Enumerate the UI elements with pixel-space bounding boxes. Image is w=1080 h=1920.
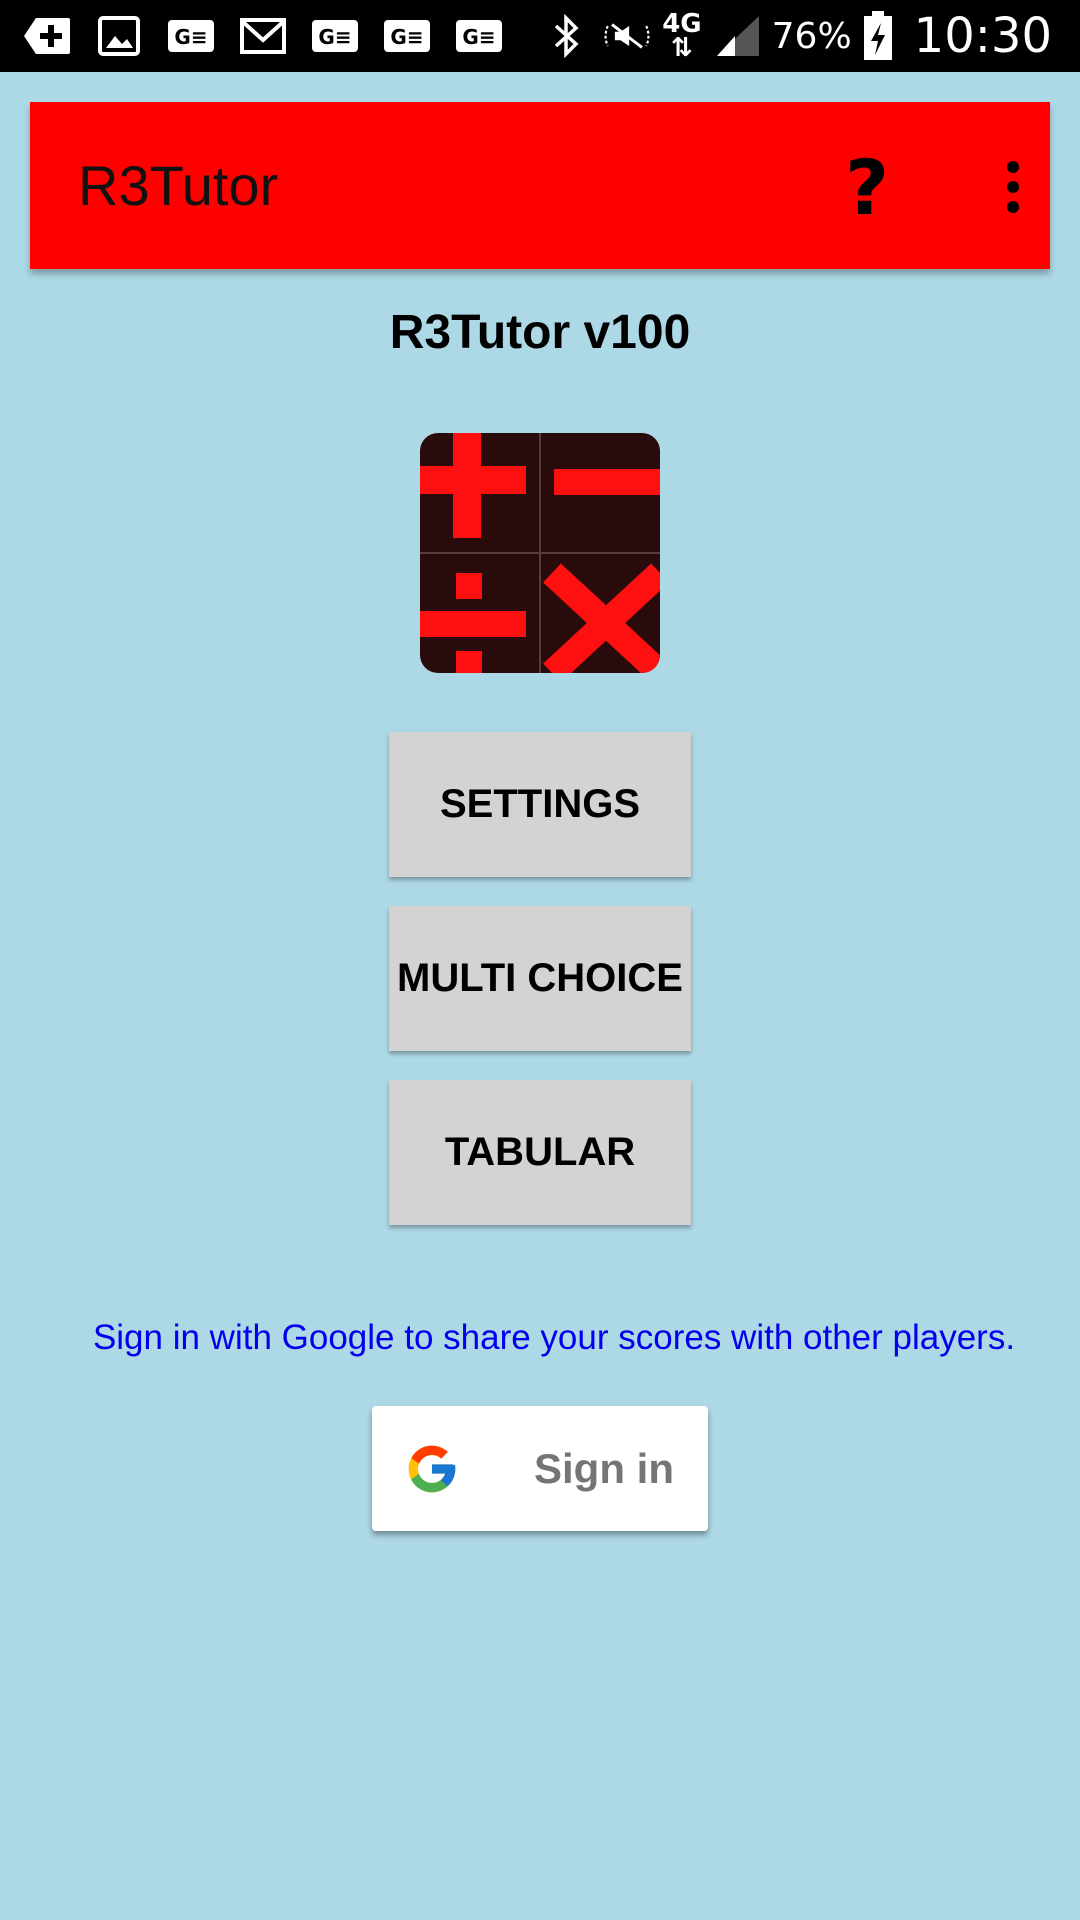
bluetooth-icon (542, 14, 592, 58)
clock: 10:30 (913, 8, 1052, 64)
ge-icon: G≡ (310, 15, 360, 57)
signin-label: Sign in (534, 1444, 674, 1492)
app-title: R3Tutor (78, 154, 279, 217)
ge-icon: G≡ (382, 15, 432, 57)
system-icons: 4G ⇅ 76% 10:30 (542, 8, 1080, 64)
add-icon (22, 15, 72, 57)
signal-icon (712, 15, 762, 57)
svg-text:G≡: G≡ (318, 25, 351, 49)
more-vert-icon (1007, 161, 1019, 213)
math-operators-icon (420, 433, 660, 673)
network-type: 4G ⇅ (662, 9, 702, 63)
page-title: R3Tutor v100 (389, 306, 691, 359)
google-signin-button[interactable]: Sign in (372, 1406, 708, 1531)
notification-icons: G≡ G≡ G≡ G≡ (0, 15, 504, 57)
svg-text:G≡: G≡ (462, 25, 495, 49)
google-g-icon (408, 1445, 456, 1492)
mute-icon (602, 15, 652, 57)
settings-button[interactable]: SETTINGS (389, 732, 691, 877)
battery-charging-icon (862, 11, 894, 60)
gallery-icon (94, 15, 144, 57)
ge-icon: G≡ (454, 15, 504, 57)
tabular-button[interactable]: TABULAR (389, 1080, 691, 1225)
overflow-menu-button[interactable] (980, 142, 1046, 232)
help-button[interactable]: ? (832, 142, 902, 232)
multi-choice-button[interactable]: MULTI CHOICE (389, 906, 691, 1051)
help-icon: ? (844, 142, 890, 232)
gmail-icon (238, 15, 288, 57)
ge-icon: G≡ (166, 15, 216, 57)
status-bar: G≡ G≡ G≡ G≡ 4G ⇅ 76% 10:30 (0, 0, 1080, 72)
svg-text:G≡: G≡ (174, 25, 207, 49)
svg-text:G≡: G≡ (390, 25, 423, 49)
signin-prompt: Sign in with Google to share your scores… (92, 1318, 1016, 1357)
battery-percent: 76% (771, 15, 852, 57)
app-bar: R3Tutor ? (30, 102, 1050, 269)
